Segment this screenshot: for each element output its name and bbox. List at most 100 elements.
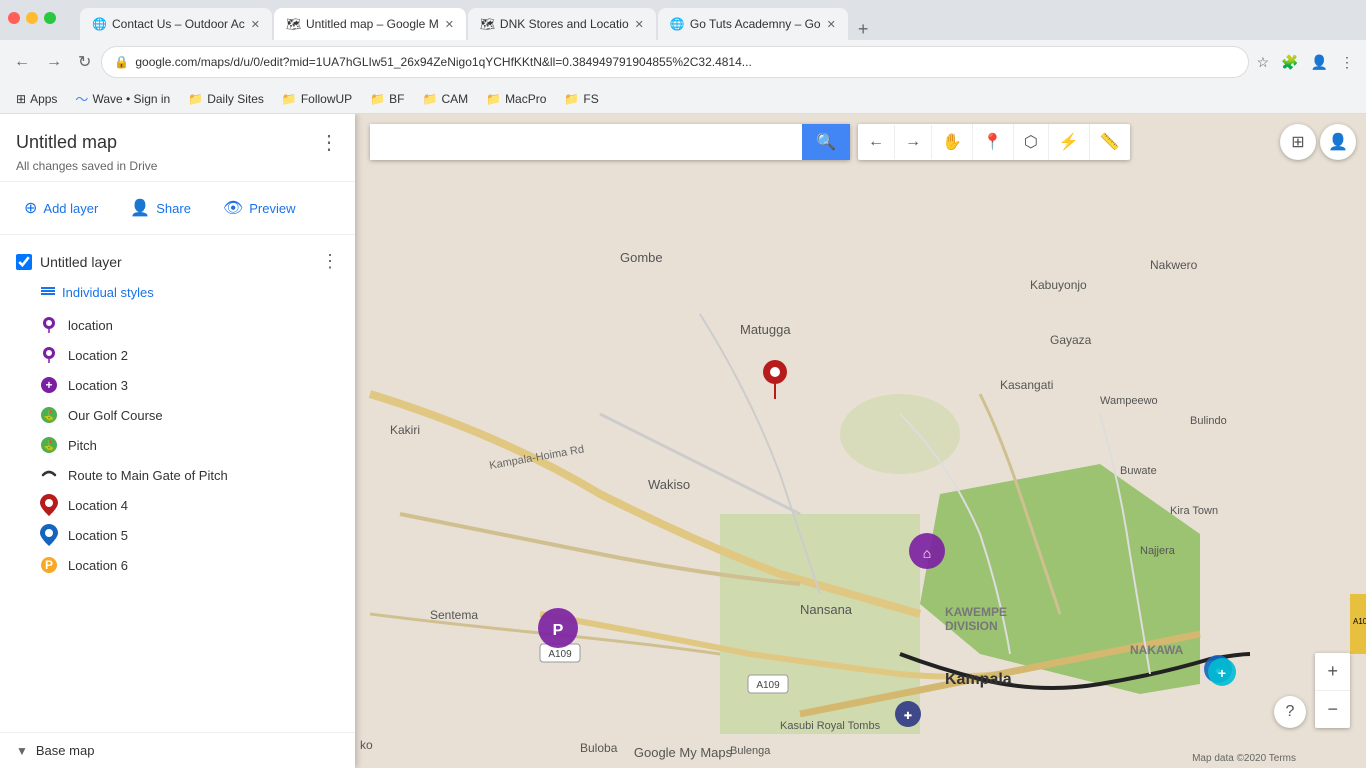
base-map-section[interactable]: ▼ Base map <box>0 732 355 768</box>
tab-label-map: Untitled map – Google M <box>306 17 439 31</box>
list-item[interactable]: location <box>0 310 355 340</box>
draw-shape-button[interactable]: ⬡ <box>1014 124 1049 160</box>
followup-icon: 📁 <box>282 92 297 106</box>
bookmark-fs-label: FS <box>583 92 598 106</box>
zoom-out-button[interactable]: − <box>1315 691 1350 728</box>
panel-menu-button[interactable]: ⋮ <box>319 130 339 155</box>
tab-gotuts[interactable]: 🌐 Go Tuts Academny – Go ✕ <box>658 8 848 40</box>
bookmark-macpro[interactable]: 📁 MacPro <box>478 90 554 108</box>
tab-untitled-map[interactable]: 🗺 Untitled map – Google M ✕ <box>274 8 466 40</box>
tab-favicon-contact: 🌐 <box>92 17 106 31</box>
tab-close-contact[interactable]: ✕ <box>251 18 260 31</box>
measure-button[interactable]: 📏 <box>1090 124 1130 160</box>
bookmark-cam[interactable]: 📁 CAM <box>414 90 476 108</box>
zoom-in-button[interactable]: + <box>1315 653 1350 691</box>
svg-text:Sentema: Sentema <box>430 608 478 622</box>
individual-styles-label: Individual styles <box>62 285 154 300</box>
tab-favicon-dnk: 🗺 <box>480 17 494 31</box>
close-dot[interactable] <box>8 12 20 24</box>
svg-text:A109: A109 <box>548 649 572 660</box>
list-item[interactable]: + Location 3 <box>0 370 355 400</box>
map-attribution: Map data ©2020 Terms <box>1192 753 1296 764</box>
svg-text:Kabuyonjo: Kabuyonjo <box>1030 278 1087 292</box>
marker-button[interactable]: 📍 <box>973 124 1014 160</box>
tab-favicon-map: 🗺 <box>286 17 300 31</box>
profile-button[interactable]: 👤 <box>1307 50 1332 75</box>
forward-button[interactable]: → <box>40 49 68 75</box>
tab-contact[interactable]: 🌐 Contact Us – Outdoor Ac ✕ <box>80 8 272 40</box>
list-item[interactable]: Location 5 <box>0 520 355 550</box>
tab-close-dnk[interactable]: ✕ <box>635 18 644 31</box>
svg-text:Kampala: Kampala <box>945 671 1012 688</box>
macpro-icon: 📁 <box>486 92 501 106</box>
bookmark-apps[interactable]: ⊞ Apps <box>8 90 65 108</box>
tab-close-map[interactable]: ✕ <box>445 18 454 31</box>
svg-text:Buwate: Buwate <box>1120 465 1157 477</box>
list-item[interactable]: Route to Main Gate of Pitch <box>0 460 355 490</box>
svg-text:Nakwero: Nakwero <box>1150 258 1198 272</box>
list-item[interactable]: P Location 6 <box>0 550 355 580</box>
tab-dnk[interactable]: 🗺 DNK Stores and Locatio ✕ <box>468 8 656 40</box>
attribution-text: Map data ©2020 Terms <box>1192 753 1296 764</box>
google-my-maps-text: Google My Maps <box>634 745 732 760</box>
svg-text:Buloba: Buloba <box>580 741 618 755</box>
svg-text:Nansana: Nansana <box>800 602 853 617</box>
new-tab-button[interactable]: + <box>850 19 877 40</box>
individual-styles[interactable]: Individual styles <box>0 280 355 310</box>
location-icon-8: P <box>40 556 58 574</box>
pan-button[interactable]: ✋ <box>932 124 973 160</box>
location-name-7: Location 5 <box>68 528 128 543</box>
map-search-input[interactable] <box>370 124 802 160</box>
svg-text:NAKAWA: NAKAWA <box>1130 643 1184 657</box>
list-item[interactable]: ⛳ Our Golf Course <box>0 400 355 430</box>
daily-sites-icon: 📁 <box>188 92 203 106</box>
svg-text:Bulindo: Bulindo <box>1190 415 1227 427</box>
bookmarks-bar: ⊞ Apps 〜 Wave • Sign in 📁 Daily Sites 📁 … <box>0 84 1366 114</box>
location-icon-5 <box>40 466 58 484</box>
panel-header: Untitled map ⋮ All changes saved in Driv… <box>0 114 355 182</box>
map-tools: ← → ✋ 📍 ⬡ ⚡ 📏 <box>858 124 1130 160</box>
svg-text:Matugga: Matugga <box>740 322 791 337</box>
layer-menu-button[interactable]: ⋮ <box>321 251 339 272</box>
help-button[interactable]: ? <box>1274 696 1306 728</box>
tab-close-gotuts[interactable]: ✕ <box>827 18 836 31</box>
address-bar[interactable]: 🔒 google.com/maps/d/u/0/edit?mid=1UA7hGL… <box>101 46 1248 78</box>
map-search-button[interactable]: 🔍 <box>802 124 850 160</box>
extensions-button[interactable]: 🧩 <box>1277 50 1302 75</box>
secure-icon: 🔒 <box>114 55 129 69</box>
reload-button[interactable]: ↻ <box>72 48 97 76</box>
add-layer-button[interactable]: ⊕ Add layer <box>16 194 106 222</box>
layer-checkbox[interactable] <box>16 254 32 270</box>
menu-button[interactable]: ⋮ <box>1336 50 1358 75</box>
bookmark-daily-sites[interactable]: 📁 Daily Sites <box>180 90 272 108</box>
user-location-button[interactable]: 👤 <box>1320 124 1356 160</box>
share-button[interactable]: 👤 Share <box>122 194 199 222</box>
nav-bar: ← → ↻ 🔒 google.com/maps/d/u/0/edit?mid=1… <box>0 40 1366 84</box>
back-button[interactable]: ← <box>8 49 36 75</box>
panel-subtitle: All changes saved in Drive <box>16 159 339 173</box>
location-icon-4: ⛳ <box>40 436 58 454</box>
bookmark-bf[interactable]: 📁 BF <box>362 90 412 108</box>
svg-text:Najjera: Najjera <box>1140 545 1176 557</box>
maximize-dot[interactable] <box>44 12 56 24</box>
minimize-dot[interactable] <box>26 12 38 24</box>
bookmark-followup[interactable]: 📁 FollowUP <box>274 90 360 108</box>
draw-line-button[interactable]: ⚡ <box>1049 124 1090 160</box>
cam-icon: 📁 <box>422 92 437 106</box>
styles-icon <box>40 284 56 300</box>
undo-button[interactable]: ← <box>858 125 895 159</box>
redo-button[interactable]: → <box>895 125 932 159</box>
add-layer-icon: ⊕ <box>24 198 37 218</box>
bookmark-star-button[interactable]: ☆ <box>1253 50 1274 75</box>
apps-grid-button[interactable]: ⊞ <box>1280 124 1316 160</box>
map-container[interactable]: Kampala-Hoima Rd A109 A109 Gombe Kabuyon… <box>0 114 1366 768</box>
bookmark-fs[interactable]: 📁 FS <box>556 90 606 108</box>
location-name-4: Pitch <box>68 438 97 453</box>
list-item[interactable]: Location 4 <box>0 490 355 520</box>
bookmark-cam-label: CAM <box>441 92 468 106</box>
list-item[interactable]: ⛳ Pitch <box>0 430 355 460</box>
bookmark-wave[interactable]: 〜 Wave • Sign in <box>67 87 178 110</box>
layer-title: Untitled layer <box>40 254 122 270</box>
preview-button[interactable]: 👁 Preview <box>215 194 304 222</box>
list-item[interactable]: Location 2 <box>0 340 355 370</box>
